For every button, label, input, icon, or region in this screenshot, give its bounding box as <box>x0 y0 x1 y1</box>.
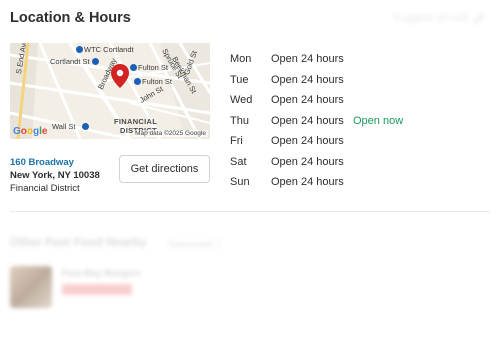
address-neighborhood: Financial District <box>10 183 80 194</box>
hours-row: Wed Open 24 hours <box>230 90 403 111</box>
location-map[interactable]: WTC Cortlandt Cortlandt St Fulton St Ful… <box>10 43 210 139</box>
hours-value: Open 24 hours <box>271 155 344 168</box>
map-label: Fulton St <box>138 63 169 72</box>
address-city: New York, NY 10038 <box>10 170 100 181</box>
hours-value: Open 24 hours <box>271 135 344 148</box>
subway-icon <box>134 78 141 85</box>
hours-row: Thu Open 24 hours Open now <box>230 111 403 132</box>
hours-day: Thu <box>230 114 249 127</box>
pencil-icon <box>474 13 484 23</box>
hours-value: Open 24 hours <box>271 114 344 127</box>
sponsored-label: Sponsored ⓘ <box>168 239 224 249</box>
hours-value: Open 24 hours <box>271 73 344 86</box>
hours-day: Sun <box>230 176 250 189</box>
hours-day: Fri <box>230 135 243 148</box>
hours-row: Mon Open 24 hours <box>230 49 403 70</box>
subway-icon <box>82 123 89 130</box>
subway-icon <box>76 46 83 53</box>
hours-day: Sat <box>230 155 247 168</box>
nearby-business-name[interactable]: Fast Bay Burgers <box>62 268 141 279</box>
hours-row: Sat Open 24 hours <box>230 152 403 173</box>
nearby-section-title: Other Fast Food Nearby <box>10 235 147 249</box>
hours-row: Fri Open 24 hours <box>230 131 403 152</box>
address-block: 160 Broadway New York, NY 10038 Financia… <box>10 156 100 195</box>
map-label: Wall St <box>52 122 76 131</box>
section-divider <box>10 211 490 212</box>
hours-day: Wed <box>230 94 253 107</box>
subway-icon <box>92 58 99 65</box>
get-directions-button[interactable]: Get directions <box>119 155 210 183</box>
hours-row: Tue Open 24 hours <box>230 70 403 91</box>
subway-icon <box>130 64 137 71</box>
hours-value: Open 24 hours <box>271 94 344 107</box>
nearby-business-thumbnail[interactable] <box>10 266 52 308</box>
address-street-link[interactable]: 160 Broadway <box>10 156 100 169</box>
suggest-edit-label: Suggest an edit <box>392 11 469 24</box>
hours-row: Sun Open 24 hours <box>230 172 403 193</box>
hours-day: Mon <box>230 53 252 66</box>
hours-value: Open 24 hours <box>271 53 344 66</box>
map-attribution: Map data ©2025 Google <box>133 130 208 137</box>
suggest-edit-link[interactable]: Suggest an edit <box>393 11 486 24</box>
location-pin-icon <box>111 64 129 88</box>
map-label: Cortlandt St <box>50 57 90 66</box>
hours-day: Tue <box>230 73 249 86</box>
nearby-business-tag <box>62 284 132 295</box>
open-now-badge: Open now <box>353 114 404 127</box>
map-label: WTC Cortlandt <box>84 45 134 54</box>
hours-table: Mon Open 24 hours Tue Open 24 hours Wed … <box>230 49 403 193</box>
map-label: FINANCIAL <box>114 117 158 126</box>
hours-value: Open 24 hours <box>271 176 344 189</box>
google-logo: Google <box>13 126 48 137</box>
section-title: Location & Hours <box>10 10 131 26</box>
